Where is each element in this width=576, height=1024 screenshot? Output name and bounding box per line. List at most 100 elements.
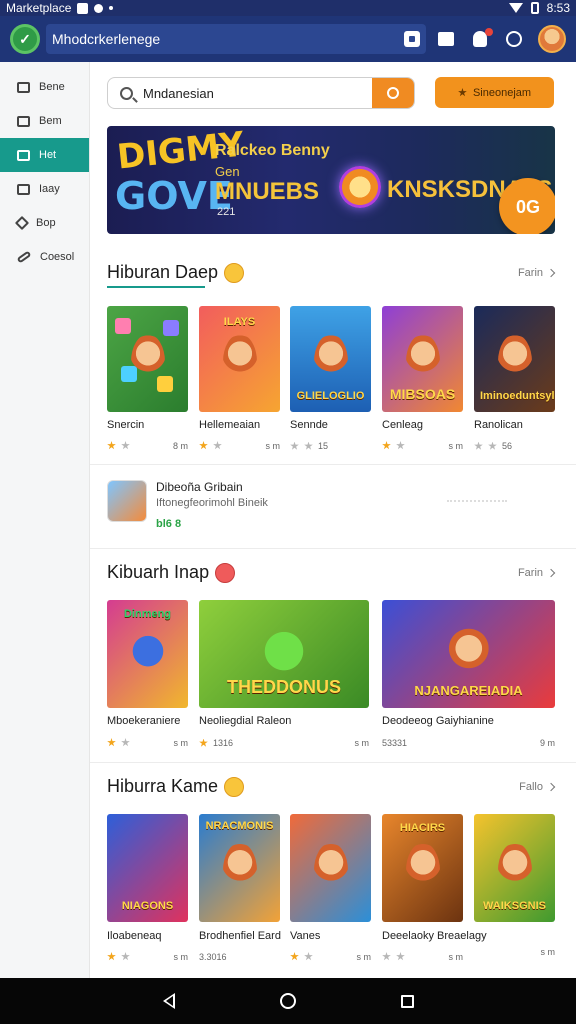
game-tile[interactable] <box>107 306 188 412</box>
game-tile[interactable] <box>290 814 371 922</box>
game-meta: 1316 s m <box>199 738 369 748</box>
star-icon <box>304 441 313 450</box>
game-size: s m <box>173 951 189 962</box>
game-tile[interactable]: THEDDONUS <box>199 600 369 708</box>
home-icon[interactable] <box>279 993 296 1009</box>
star-icon <box>213 441 222 450</box>
see-more-link[interactable]: Farin <box>518 267 556 279</box>
store-icon[interactable] <box>404 31 420 47</box>
star-icon <box>474 441 483 450</box>
sidebar-item-label: Bem <box>39 115 62 127</box>
sidebar: Bene Bem Het Iaay Bop Coesol <box>0 62 90 978</box>
banner-line-3: MNUEBS <box>215 178 320 205</box>
star-icon <box>199 738 208 747</box>
game-name[interactable]: Sennde <box>290 419 328 431</box>
circle-icon[interactable] <box>504 29 524 49</box>
back-icon[interactable] <box>162 993 175 1009</box>
sidebar-item-label: Bene <box>39 81 65 93</box>
sidebar-item-5[interactable]: Bop <box>0 206 89 240</box>
sidebar-item-4[interactable]: Iaay <box>0 172 89 206</box>
game-name[interactable]: Deeelaoky Breaelagy <box>382 930 487 942</box>
search-icon <box>387 87 399 99</box>
notification-icon <box>77 2 89 14</box>
game-tile[interactable]: GLIELOGLIO <box>290 306 371 412</box>
game-tile[interactable]: NJANGAREIADIA <box>382 600 555 708</box>
game-name[interactable]: Snercin <box>107 419 144 431</box>
game-size: s m <box>540 947 556 957</box>
divider <box>90 548 576 549</box>
game-meta: s m <box>382 440 464 451</box>
game-name[interactable]: Brodhenfiel Eard <box>199 930 281 942</box>
game-tile-caption: HIACIRS <box>399 822 446 834</box>
game-tile-caption: NJANGAREIADIA <box>414 683 523 698</box>
sidebar-item-label: Coesol <box>40 251 75 263</box>
hero-banner[interactable]: DIGMY GOVE Ralckeo Benny Gen MNUEBS 221 … <box>107 126 555 234</box>
game-tile[interactable]: WAIKSGNIS <box>474 814 555 922</box>
section-title: Kibuarh Inap <box>107 562 236 583</box>
folder-icon <box>17 149 30 161</box>
game-name[interactable]: Cenleag <box>382 419 423 431</box>
game-tile-caption: MIBSOAS <box>389 386 456 402</box>
sidebar-item-2[interactable]: Bem <box>0 104 89 138</box>
status-time: 8:53 <box>546 1 570 15</box>
chevron-right-icon <box>546 782 556 792</box>
game-tile-caption: NIAGONS <box>121 900 174 912</box>
star-icon <box>382 441 391 450</box>
sidebar-item-3[interactable]: Het <box>0 138 89 172</box>
game-rating: 56 <box>502 441 513 451</box>
sidebar-item-label: Het <box>39 149 57 161</box>
section-title-text: Kibuarh Inap <box>107 562 210 582</box>
system-nav-bar <box>0 978 576 1024</box>
avatar[interactable] <box>538 25 566 53</box>
sidebar-item-1[interactable]: Bene <box>0 70 89 104</box>
game-size: s m <box>448 440 464 451</box>
game-name[interactable]: Deodeeog Gaiyhianine <box>382 715 494 727</box>
banner-badge[interactable]: 0G <box>499 178 555 234</box>
medal-icon <box>339 166 381 208</box>
battery-icon <box>530 2 539 14</box>
star-icon <box>396 952 405 961</box>
game-tile[interactable]: HIACIRS <box>382 814 463 922</box>
sidebar-item-6[interactable]: Coesol <box>0 240 89 274</box>
status-bar: Marketplace 8:53 <box>0 0 576 16</box>
star-icon <box>290 441 299 450</box>
star-icon <box>107 441 116 450</box>
gift-icon[interactable] <box>436 29 456 49</box>
emoji-icon <box>215 562 236 583</box>
star-icon <box>199 441 208 450</box>
search-input[interactable] <box>143 85 372 101</box>
game-size: s m <box>265 440 281 451</box>
game-name[interactable]: Vanes <box>290 930 320 942</box>
game-meta: s m <box>290 952 371 962</box>
game-tile[interactable]: Dinmeng <box>107 600 188 708</box>
game-tile[interactable]: ILAYS <box>199 306 280 412</box>
featured-app-row[interactable]: Dibeoña Gribain Iftonegfeorimohl Bineik … <box>107 480 555 530</box>
game-tile[interactable]: MIBSOAS <box>382 306 463 412</box>
featured-app-subtitle: Iftonegfeorimohl Bineik <box>156 497 268 509</box>
game-tile[interactable]: Iminoeduntsyl <box>474 306 555 412</box>
recent-apps-icon[interactable] <box>400 994 414 1008</box>
promo-button[interactable]: Sineonejam <box>435 77 554 108</box>
banner-line-1: Ralckeo Benny <box>215 142 330 159</box>
star-icon <box>107 952 116 961</box>
app-logo[interactable]: ✓ <box>10 24 40 54</box>
search-bar[interactable] <box>107 77 415 109</box>
game-tile-caption: ILAYS <box>223 316 256 328</box>
game-name[interactable]: Ranolican <box>474 419 523 431</box>
app-title-box[interactable]: Mhodcrkerlenege <box>46 24 426 54</box>
game-name[interactable]: Neoliegdial Raleon <box>199 715 291 727</box>
game-tile[interactable]: NRACMONIS <box>199 814 280 922</box>
featured-app-icon <box>107 480 147 522</box>
search-button[interactable] <box>372 78 414 108</box>
game-tile[interactable]: NIAGONS <box>107 814 188 922</box>
game-name[interactable]: Hellemeaian <box>199 419 260 431</box>
chevron-right-icon <box>546 568 556 578</box>
game-name[interactable]: Iloabeneaq <box>107 930 161 942</box>
game-name[interactable]: Mboekeraniere <box>107 715 180 727</box>
star-icon <box>382 952 391 961</box>
star-icon <box>121 738 130 747</box>
notification-bell-icon[interactable] <box>470 28 493 49</box>
see-more-link[interactable]: Fallo <box>519 781 556 793</box>
game-meta: 8 m <box>107 441 188 451</box>
see-more-link[interactable]: Farin <box>518 567 556 579</box>
